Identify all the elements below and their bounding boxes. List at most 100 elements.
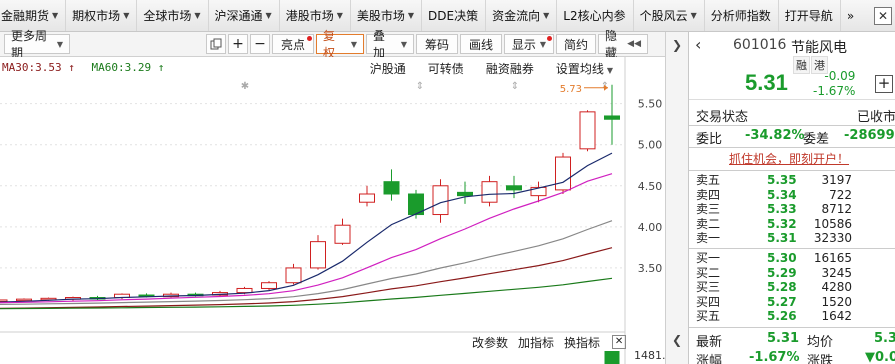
- ask-row: 卖一 5.31 32330: [689, 231, 895, 246]
- menu-item-7[interactable]: 资金流向 ▼: [486, 0, 558, 31]
- bid-row: 买三 5.28 4280: [689, 280, 895, 295]
- candle-body: [236, 287, 253, 294]
- chevron-right-icon[interactable]: ❯: [672, 38, 682, 52]
- link-convertible[interactable]: 可转债: [428, 60, 464, 77]
- chevron-down-icon: ▼: [56, 39, 63, 49]
- volume-bar: [604, 351, 620, 364]
- menu-item-label: 港股市场: [285, 9, 334, 23]
- latest-row: 最新 5.31 均价 5.39: [689, 331, 895, 350]
- link-ma-settings[interactable]: 设置均线 ▼: [556, 60, 613, 77]
- y-tick-label: 4.50: [638, 180, 663, 193]
- chevron-left-icon[interactable]: ‹: [695, 35, 701, 54]
- order-price[interactable]: 5.27: [767, 295, 797, 310]
- menu-overflow-icon[interactable]: »: [841, 0, 861, 31]
- menu-item-2[interactable]: 全球市场 ▼: [137, 0, 209, 31]
- order-price[interactable]: 5.32: [767, 217, 797, 232]
- indicator-bar: 改参数 加指标 换指标 ✕: [472, 334, 627, 351]
- menu-item-label: DDE决策: [428, 9, 479, 23]
- chevron-down-icon: ▼: [690, 11, 697, 20]
- candle-body: [555, 156, 571, 191]
- bid-book: 买一 5.30 16165 买二 5.29 3245 买三 5.28 4280 买四 5.27 152…: [689, 251, 895, 324]
- candle-body: [334, 224, 351, 244]
- order-price[interactable]: 5.30: [767, 251, 797, 266]
- weibi-row: 委比 -34.82% 委差 -28699: [689, 128, 895, 148]
- y-tick-label: 3.50: [638, 262, 663, 275]
- stock-code: 601016: [733, 37, 787, 53]
- order-volume: 1642: [821, 309, 852, 324]
- kline-chart[interactable]: 3.504.004.505.005.50✱⇕⇕⇕5.73 MA30:3.53 ↑…: [0, 57, 680, 364]
- candle-body: [383, 181, 400, 195]
- simple-button[interactable]: 简约: [556, 34, 596, 54]
- order-price[interactable]: 5.33: [767, 202, 797, 217]
- weibi-value: -34.82%: [745, 128, 805, 143]
- bid-row: 买二 5.29 3245: [689, 266, 895, 281]
- arrow-up-icon: ↑: [61, 61, 75, 74]
- close-icon[interactable]: ✕: [612, 335, 627, 349]
- chevron-down-icon: ▼: [606, 66, 613, 75]
- menu-item-1[interactable]: 期权市场 ▼: [66, 0, 138, 31]
- candle-body: [604, 115, 620, 120]
- weicha-value: -28699: [844, 128, 895, 143]
- amp-value: -1.67%: [749, 350, 800, 364]
- menu-item-9[interactable]: 个股风云 ▼: [634, 0, 705, 31]
- trade-status-row: 交易状态 已收市: [689, 106, 895, 126]
- order-level-label: 卖一: [696, 231, 721, 246]
- add-watchlist-button[interactable]: +: [875, 75, 893, 93]
- candle-body: [359, 193, 375, 203]
- double-chevron-left-icon: ◀◀: [627, 39, 641, 49]
- switch-indicator-button[interactable]: 换指标: [564, 334, 600, 351]
- order-volume: 1520: [821, 294, 852, 309]
- hide-button[interactable]: 隐藏 ◀◀: [598, 29, 648, 60]
- edit-params-button[interactable]: 改参数: [472, 334, 508, 351]
- menu-item-6[interactable]: DDE决策: [422, 0, 487, 31]
- menu-item-label: 打开导航: [784, 9, 833, 23]
- zoom-in-button[interactable]: +: [228, 34, 248, 54]
- candle-body: [16, 298, 32, 302]
- zoom-out-button[interactable]: −: [250, 34, 270, 54]
- highlight-button[interactable]: 亮点: [272, 34, 314, 54]
- order-price[interactable]: 5.35: [767, 173, 797, 188]
- chips-button[interactable]: 筹码: [416, 34, 458, 54]
- display-label: 显示: [511, 37, 536, 52]
- menu-item-3[interactable]: 沪深通通 ▼: [209, 0, 280, 31]
- link-hugutong[interactable]: 沪股通: [370, 60, 406, 77]
- open-account-link[interactable]: 抓住机会，即刻开户！: [729, 150, 849, 167]
- draw-line-button[interactable]: 画线: [460, 34, 502, 54]
- order-price[interactable]: 5.34: [767, 188, 797, 203]
- order-volume: 32330: [813, 231, 852, 246]
- price-change: -0.09 -1.67%: [813, 69, 855, 99]
- order-price[interactable]: 5.31: [767, 231, 797, 246]
- ma-settings-label: 设置均线: [555, 62, 604, 76]
- order-level-label: 卖四: [696, 187, 721, 202]
- chevron-left-icon[interactable]: ❮: [672, 333, 682, 347]
- divider: [689, 248, 895, 249]
- divider: [689, 125, 895, 126]
- order-price[interactable]: 5.26: [767, 309, 797, 324]
- order-level-label: 买二: [696, 265, 721, 280]
- add-indicator-button[interactable]: 加指标: [518, 334, 554, 351]
- panel-collapse-strip[interactable]: ❯ ❮: [665, 32, 688, 364]
- order-price[interactable]: 5.29: [767, 266, 797, 281]
- order-level-label: 买五: [696, 309, 721, 324]
- period-select[interactable]: 更多周期 ▼: [4, 29, 70, 60]
- ask-row: 卖五 5.35 3197: [689, 173, 895, 188]
- menu-item-11[interactable]: 打开导航: [779, 0, 841, 31]
- ask-row: 卖四 5.34 722: [689, 188, 895, 203]
- candle-body: [432, 185, 449, 216]
- link-margin[interactable]: 融资融券: [486, 60, 534, 77]
- bid-row: 买五 5.26 1642: [689, 309, 895, 324]
- menu-item-label: 美股市场: [356, 9, 405, 23]
- bid-row: 买四 5.27 1520: [689, 295, 895, 310]
- fuquan-select[interactable]: 复权 ▼: [316, 29, 364, 60]
- menu-item-label: L2核心内参: [563, 9, 626, 23]
- chevron-down-icon: ▼: [400, 39, 407, 49]
- candle-body: [481, 181, 498, 203]
- display-select[interactable]: 显示 ▼: [504, 34, 554, 54]
- order-price[interactable]: 5.28: [767, 280, 797, 295]
- overlay-select[interactable]: 叠加 ▼: [366, 29, 414, 60]
- ma-line-ma10: [0, 173, 613, 304]
- copy-icon[interactable]: [206, 34, 226, 54]
- ma-line-ma60: [0, 277, 613, 310]
- menu-item-10[interactable]: 分析师指数: [705, 0, 779, 31]
- close-icon[interactable]: ✕: [874, 7, 892, 25]
